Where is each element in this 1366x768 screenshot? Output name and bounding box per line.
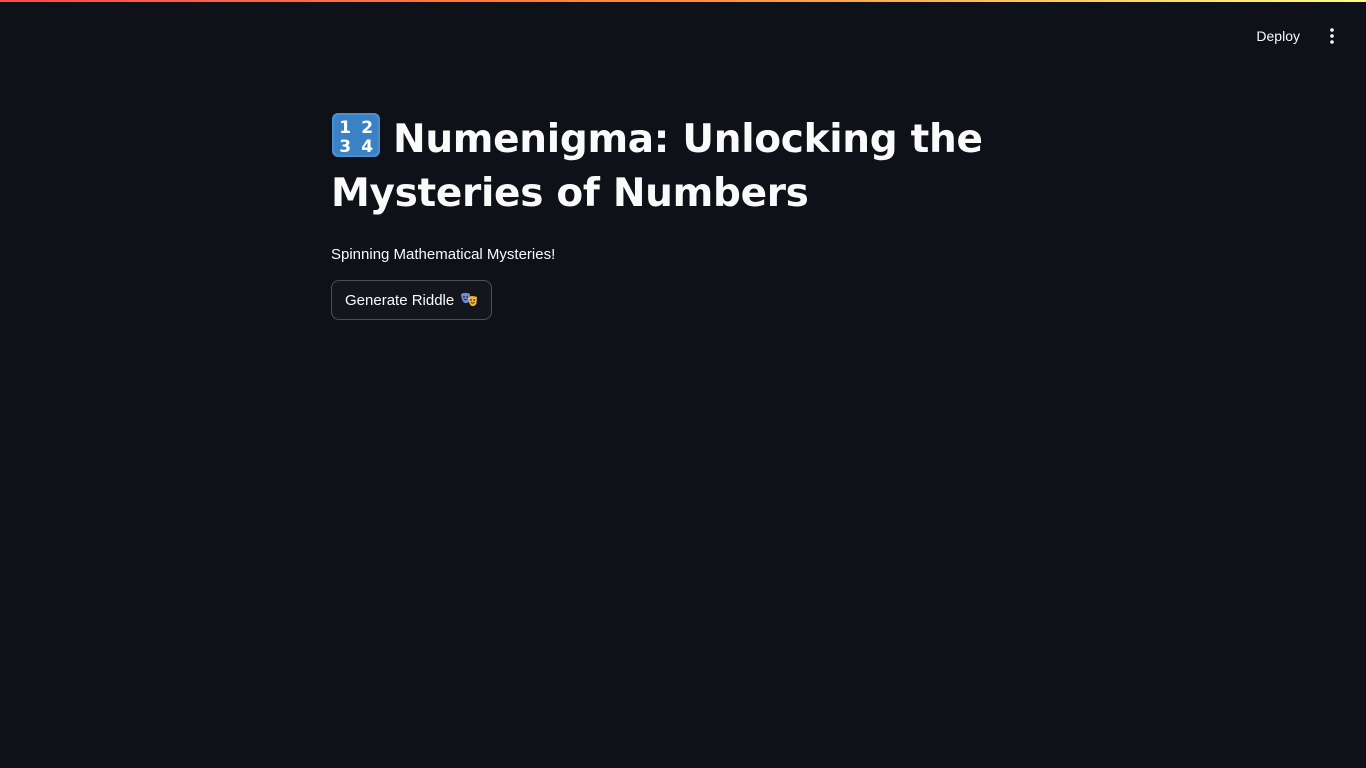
numbers-keycap-icon: 1 2 3 4 [332, 113, 380, 157]
svg-text:2: 2 [361, 118, 373, 138]
toolbar: Deploy [1248, 18, 1346, 54]
svg-text:1: 1 [339, 118, 351, 138]
main-menu-button[interactable] [1318, 20, 1346, 52]
deploy-button[interactable]: Deploy [1248, 22, 1308, 50]
svg-text:4: 4 [361, 137, 373, 157]
kebab-menu-icon [1330, 28, 1334, 44]
top-decoration-bar [0, 0, 1366, 2]
page-title-text: Numenigma: Unlocking the Mysteries of Nu… [331, 117, 983, 216]
page-subtitle: Spinning Mathematical Mysteries! [331, 246, 556, 263]
main-content: 1 2 3 4 Numenigma: Unlocking the Mysteri… [331, 112, 1035, 320]
generate-riddle-label: Generate Riddle [345, 291, 455, 309]
svg-text:3: 3 [339, 137, 351, 157]
generate-riddle-button[interactable]: Generate Riddle [331, 280, 493, 320]
page-title: 1 2 3 4 Numenigma: Unlocking the Mysteri… [331, 112, 1035, 221]
performing-arts-masks-icon [461, 292, 478, 307]
